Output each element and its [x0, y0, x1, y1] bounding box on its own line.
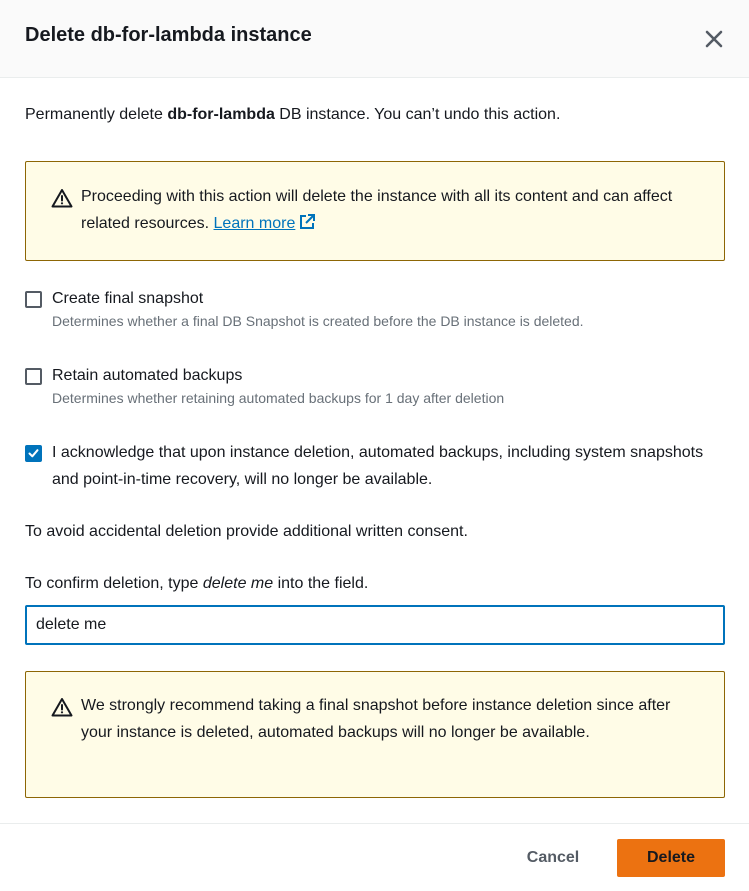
option-label: Create final snapshot	[52, 290, 204, 307]
close-button[interactable]	[700, 25, 728, 53]
delete-instance-modal: Delete db-for-lambda instance Permanentl…	[0, 0, 749, 891]
option-label: Retain automated backups	[52, 367, 243, 384]
option-description: Determines whether a final DB Snapshot i…	[52, 313, 584, 329]
cancel-button[interactable]: Cancel	[510, 840, 596, 876]
instance-name: db-for-lambda	[167, 106, 275, 123]
acknowledge-checkbox[interactable]	[25, 445, 42, 462]
confirm-phrase: delete me	[202, 575, 274, 592]
close-icon	[705, 30, 723, 48]
warning-alert: Proceeding with this action will delete …	[25, 161, 725, 261]
confirm-label: To confirm deletion, type delete me into…	[25, 575, 368, 593]
external-link-icon	[300, 214, 316, 229]
recommendation-alert: We strongly recommend taking a final sna…	[25, 671, 725, 798]
confirm-deletion-input[interactable]	[25, 605, 725, 645]
confirm-suffix: into the field.	[273, 575, 369, 592]
warning-text: Proceeding with this action will delete …	[81, 188, 673, 232]
modal-header: Delete db-for-lambda instance	[0, 0, 749, 78]
warning-icon	[51, 698, 73, 717]
delete-button[interactable]: Delete	[617, 839, 725, 877]
intro-suffix: DB instance. You can’t undo this action.	[274, 106, 561, 123]
checkmark-icon	[28, 449, 39, 458]
retain-automated-backups-checkbox[interactable]	[25, 368, 42, 385]
recommendation-text: We strongly recommend taking a final sna…	[81, 697, 671, 741]
option-label: I acknowledge that upon instance deletio…	[52, 444, 704, 488]
footer-divider	[0, 823, 749, 824]
create-final-snapshot-checkbox[interactable]	[25, 291, 42, 308]
intro-prefix: Permanently delete	[25, 106, 168, 123]
consent-text: To avoid accidental deletion provide add…	[25, 523, 468, 540]
intro-text: Permanently delete db-for-lambda DB inst…	[25, 106, 560, 124]
warning-text-block: Proceeding with this action will delete …	[81, 183, 694, 237]
learn-more-label: Learn more	[213, 215, 296, 232]
confirm-prefix: To confirm deletion, type	[25, 575, 203, 592]
warning-icon	[51, 189, 73, 208]
modal-title: Delete db-for-lambda instance	[25, 24, 312, 46]
option-description: Determines whether retaining automated b…	[52, 390, 505, 406]
learn-more-link[interactable]: Learn more	[213, 214, 316, 232]
